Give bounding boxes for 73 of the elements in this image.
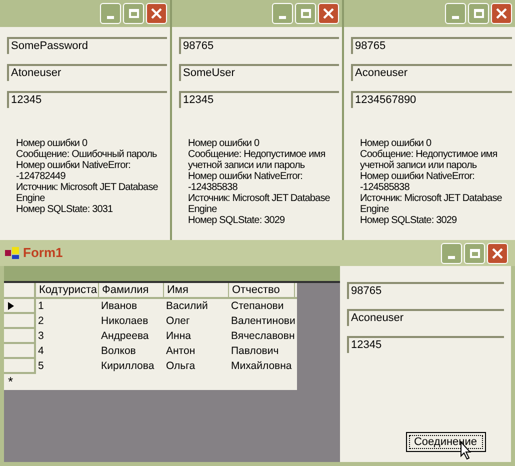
error-text: Источник: Microsoft JET Database Engine [16, 182, 159, 204]
minimize-button[interactable] [272, 3, 293, 24]
text-field[interactable]: Aconeuser [347, 309, 504, 326]
window-title: Form1 [23, 244, 63, 262]
error-text: Сообщение: Недопустимое имя учетной записи или пароль [188, 149, 326, 171]
minimize-button[interactable] [445, 3, 466, 24]
table-cell-text: Василий [165, 299, 209, 314]
table-cell-text: Николаев [100, 314, 150, 329]
close-button[interactable] [146, 3, 167, 24]
table-cell-text: Антон [165, 344, 196, 359]
error-text: Сообщение: Недопустимое имя учетной записи или пароль [360, 149, 498, 171]
close-button[interactable] [491, 3, 512, 24]
error-text: Номер ошибки NativeError: -124585838 [360, 171, 476, 193]
table-cell-text: Андреева [100, 329, 150, 344]
close-icon [151, 8, 162, 19]
current-row-icon [8, 302, 14, 310]
table-cell-text: Ольга [165, 359, 196, 374]
close-button[interactable] [318, 3, 339, 24]
table-cell-text: Иванов [100, 299, 138, 314]
error-text: Сообщение: Ошибочный пароль [16, 149, 158, 160]
table-cell-text: Михайловна [230, 359, 293, 374]
error-text: Номер ошибки 0 [16, 138, 88, 149]
text-field[interactable]: 1234567890 [351, 91, 512, 108]
text-field[interactable]: 98765 [351, 37, 512, 54]
text-field[interactable]: 98765 [179, 37, 339, 54]
maximize-button[interactable] [123, 3, 144, 24]
error-text: Номер SQLState: 3029 [188, 215, 286, 226]
new-row-marker: * [8, 374, 14, 390]
connect-button[interactable]: Соединение [406, 432, 486, 452]
column-header[interactable]: Отчество [229, 283, 295, 297]
text-field[interactable]: Atoneuser [7, 64, 167, 81]
table-cell-text: Волков [100, 344, 137, 359]
text-field[interactable]: SomePassword [7, 37, 167, 54]
table-cell-text: Степанови [230, 299, 285, 314]
app-icon [4, 246, 20, 260]
text-field[interactable]: Aconeuser [351, 64, 512, 81]
column-header[interactable]: Кодтуриста [36, 283, 99, 297]
error-text: Номер SQLState: 3031 [16, 204, 114, 215]
column-header[interactable]: Фамилия [99, 283, 164, 297]
text-field[interactable]: 12345 [179, 91, 339, 108]
table-cell-text: Павлович [230, 344, 280, 359]
close-button[interactable] [487, 242, 508, 264]
text-field[interactable]: 98765 [347, 282, 504, 299]
table-cell-text: Олег [165, 314, 191, 329]
table-cell-text: 1 [37, 299, 45, 314]
maximize-button[interactable] [468, 3, 489, 24]
table-cell-text: 2 [37, 314, 45, 329]
table-cell-text: 5 [37, 359, 45, 374]
minimize-button[interactable] [100, 3, 121, 24]
error-text: Номер ошибки 0 [188, 138, 260, 149]
error-text: Источник: Microsoft JET Database Engine [188, 193, 331, 215]
error-text: Номер SQLState: 3029 [360, 215, 458, 226]
text-field[interactable]: SomeUser [179, 64, 339, 81]
text-field[interactable]: 12345 [347, 336, 504, 353]
row-header[interactable] [4, 299, 36, 314]
minimize-button[interactable] [441, 242, 462, 264]
error-text: Номер ошибки NativeError: -124385838 [188, 171, 304, 193]
table-cell-text: Валентинови [230, 314, 295, 329]
error-text: Номер ошибки NativeError: -124782449 [16, 160, 132, 182]
error-text: Источник: Microsoft JET Database Engine [360, 193, 503, 215]
maximize-button[interactable] [295, 3, 316, 24]
text-field[interactable]: 12345 [7, 91, 167, 108]
table-cell-text: 4 [37, 344, 45, 359]
close-icon [492, 248, 503, 258]
close-icon [323, 8, 334, 19]
error-text: Номер ошибки 0 [360, 138, 432, 149]
table-cell-text: Вячеславовн [230, 329, 295, 344]
table-cell-text: Инна [165, 329, 192, 344]
table-cell-text: 3 [37, 329, 45, 344]
maximize-button[interactable] [464, 242, 485, 264]
close-icon [496, 8, 507, 19]
table-cell-text: Кириллова [100, 359, 156, 374]
column-header[interactable]: Имя [164, 283, 229, 297]
